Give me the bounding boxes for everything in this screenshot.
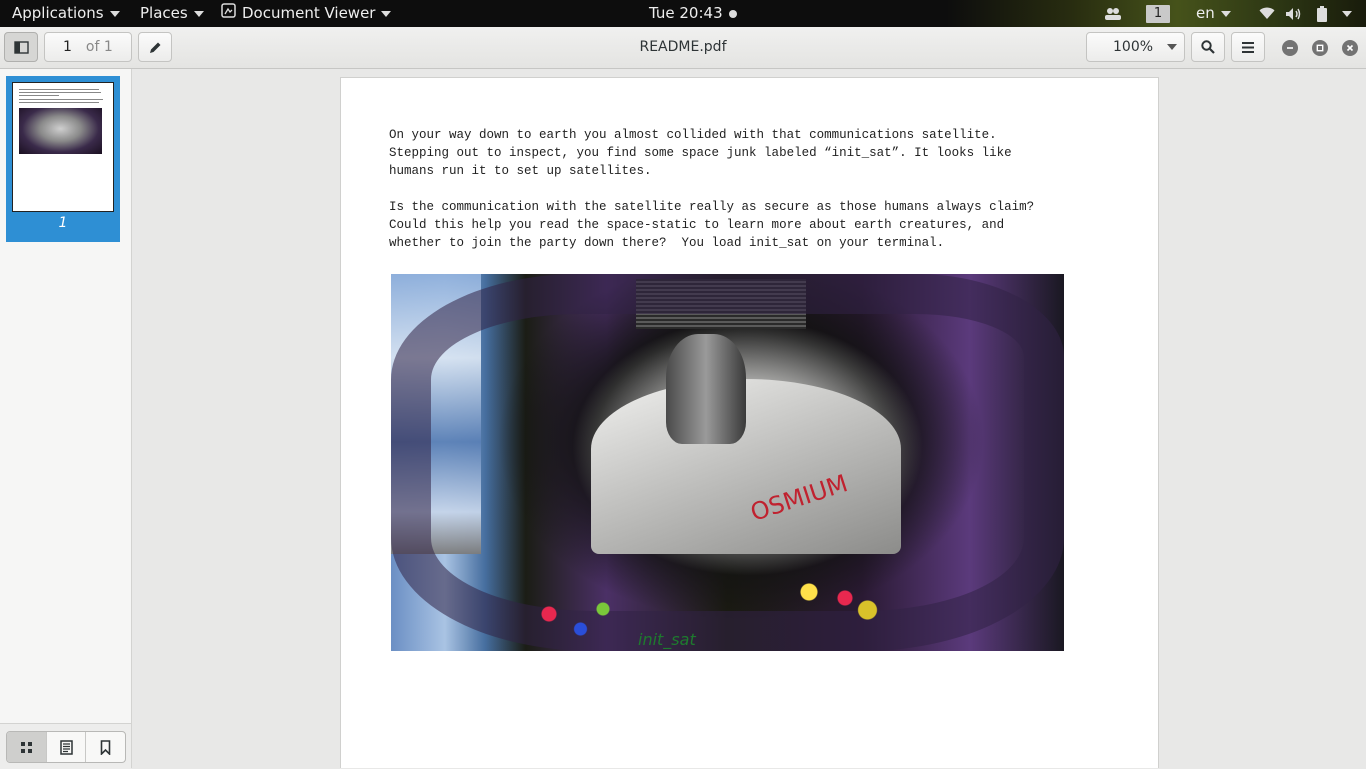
thumbnail-sidebar: 1: [0, 69, 132, 769]
minimize-icon: [1287, 47, 1293, 49]
chevron-down-icon: [193, 10, 204, 17]
page-thumbnail-item[interactable]: 1: [6, 76, 120, 242]
zoom-level: 100%: [1113, 39, 1154, 55]
workspace-indicator[interactable]: 1: [1146, 0, 1170, 27]
page-thumbnail: [12, 82, 114, 212]
maximize-button[interactable]: [1312, 40, 1328, 56]
paragraph-intro: On your way down to earth you almost col…: [389, 128, 1012, 178]
app-menu[interactable]: Document Viewer: [221, 0, 392, 27]
annotate-button[interactable]: [138, 32, 172, 62]
minimize-button[interactable]: [1282, 40, 1298, 56]
tab-outline[interactable]: [47, 732, 87, 762]
thumbnail-text-line: [19, 89, 99, 90]
clock[interactable]: Tue 20:43: [649, 0, 737, 27]
app-name-label: Document Viewer: [242, 4, 376, 22]
thumbnail-text-line: [19, 95, 59, 96]
header-bar: README.pdf 1 of 1 100%: [0, 27, 1366, 69]
close-button[interactable]: [1342, 40, 1358, 56]
sidebar-tabs: [6, 731, 126, 763]
chevron-down-icon: [381, 10, 392, 17]
clock-label: Tue 20:43: [649, 4, 723, 22]
thumbnail-page-label: 1: [58, 215, 68, 231]
sidebar-icon: [13, 40, 29, 54]
applications-menu[interactable]: Applications: [12, 0, 120, 27]
figure-caption: init_sat: [638, 630, 696, 649]
chevron-down-icon: [109, 10, 120, 17]
bookmark-icon: [100, 739, 111, 755]
system-menu[interactable]: [1336, 0, 1352, 27]
page-number: 1: [63, 39, 72, 55]
hamburger-menu-icon: [1242, 41, 1254, 53]
grid-icon: [20, 741, 32, 753]
search-icon: [1201, 40, 1215, 54]
chevron-down-icon: [1220, 10, 1231, 17]
wifi-icon[interactable]: [1259, 0, 1275, 27]
thumbnail-image: [19, 108, 102, 154]
pdf-page: On your way down to earth you almost col…: [341, 78, 1158, 768]
satellite-illustration: OSMIUM init_sat: [391, 274, 1064, 651]
volume-icon[interactable]: [1285, 0, 1302, 27]
places-label: Places: [140, 4, 188, 22]
sidebar-toggle-button[interactable]: [4, 32, 38, 62]
chevron-down-icon: [1167, 44, 1178, 50]
workspace-number: 1: [1146, 4, 1170, 23]
sidebar-view-switcher: [0, 723, 131, 769]
search-button[interactable]: [1191, 32, 1225, 62]
users-icon[interactable]: [1104, 0, 1122, 27]
places-menu[interactable]: Places: [140, 0, 204, 27]
console-lights: [791, 574, 881, 634]
document-viewer-app-icon: [221, 0, 236, 27]
main-menu-button[interactable]: [1231, 32, 1265, 62]
alien-window-frame: [391, 274, 1064, 651]
battery-icon[interactable]: [1316, 0, 1328, 27]
keyboard-layout-label: en: [1196, 4, 1215, 22]
paragraph-question: Is the communication with the satellite …: [389, 200, 1035, 250]
tab-bookmarks[interactable]: [86, 732, 125, 762]
close-icon: [1346, 44, 1354, 52]
top-bar: Applications Places Document Viewer Tue …: [0, 0, 1366, 27]
zoom-selector[interactable]: 100%: [1086, 32, 1185, 62]
chevron-down-icon: [1342, 10, 1352, 17]
console-lights: [531, 594, 621, 644]
tab-thumbnails[interactable]: [7, 732, 47, 762]
keyboard-layout-menu[interactable]: en: [1196, 0, 1231, 27]
applications-label: Applications: [12, 4, 104, 22]
notification-dot-icon: [728, 9, 737, 18]
page-number-entry[interactable]: 1 of 1: [44, 32, 132, 62]
thumbnail-text-line: [19, 92, 101, 93]
document-view[interactable]: On your way down to earth you almost col…: [132, 69, 1366, 768]
pencil-icon: [149, 42, 160, 53]
document-outline-icon: [59, 739, 73, 755]
page-count: of 1: [85, 39, 113, 55]
thumbnail-text-line: [19, 102, 99, 103]
maximize-icon: [1316, 44, 1324, 52]
thumbnail-text-line: [19, 99, 103, 100]
